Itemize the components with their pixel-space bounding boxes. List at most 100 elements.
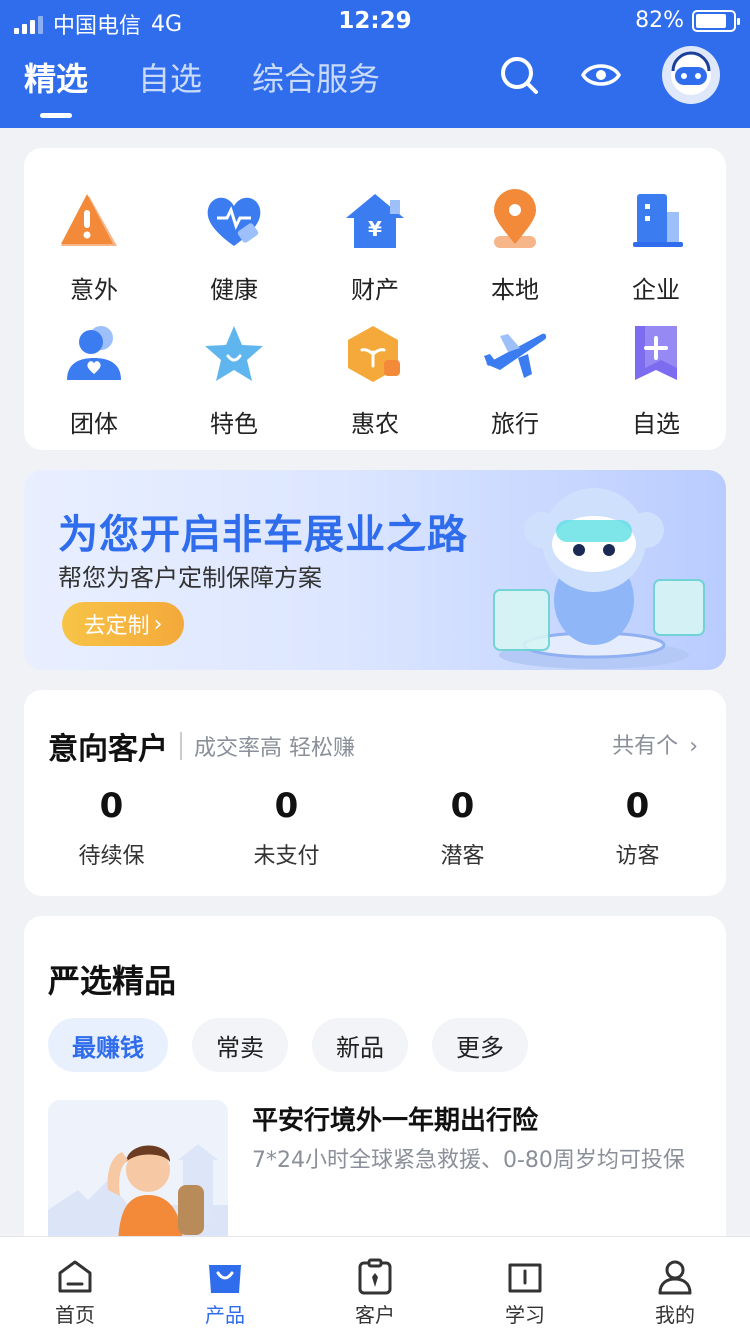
- stat-visitors[interactable]: 0 访客: [550, 786, 725, 870]
- robot-mascot-illustration: [493, 488, 705, 669]
- stat-label: 未支付: [253, 844, 320, 869]
- heart-pulse-icon: [207, 197, 261, 246]
- location-pin-icon: [494, 189, 536, 248]
- status-bar: 中国电信 4G 12:29 82%: [0, 0, 750, 40]
- chevron-right-icon: ›: [689, 734, 698, 759]
- nav-customers[interactable]: 客户: [300, 1237, 450, 1334]
- picks-title: 严选精品: [48, 962, 177, 1000]
- stat-value: 0: [274, 786, 299, 826]
- stat-value: 0: [450, 786, 475, 826]
- category-enterprise[interactable]: 企业: [586, 186, 726, 305]
- nav-label: 首页: [55, 1303, 95, 1327]
- category-label: 旅行: [491, 410, 539, 438]
- tab-services[interactable]: 综合服务: [252, 54, 380, 100]
- warning-icon: [61, 194, 117, 246]
- category-label: 惠农: [351, 410, 399, 438]
- stat-label: 待续保: [78, 844, 145, 869]
- tab-watchlist[interactable]: 自选: [138, 54, 202, 100]
- bookmark-plus-icon: [635, 326, 677, 380]
- clipboard-icon: [358, 1258, 392, 1295]
- user-icon: [658, 1260, 692, 1295]
- eye-icon[interactable]: [580, 54, 622, 96]
- category-label: 本地: [491, 276, 539, 304]
- intent-more-link[interactable]: 共有个 ›: [612, 728, 698, 760]
- category-label: 特色: [210, 410, 258, 438]
- stat-pending-renewal[interactable]: 0 待续保: [24, 786, 199, 870]
- stat-label: 访客: [615, 844, 660, 869]
- search-icon[interactable]: [498, 54, 540, 96]
- stat-value: 0: [99, 786, 124, 826]
- category-accident[interactable]: 意外: [24, 186, 164, 305]
- chip-more[interactable]: 更多: [432, 1018, 528, 1072]
- top-tabs: 精选 自选 综合服务: [24, 54, 380, 118]
- product-thumbnail[interactable]: [48, 1100, 228, 1250]
- banner-subtitle: 帮您为客户定制保障方案: [58, 564, 322, 592]
- divider: [180, 732, 182, 760]
- stat-prospects[interactable]: 0 潜客: [375, 786, 550, 870]
- category-grid: 意外 健康 ¥ 财产 本地 企业 团体 特色 惠农 旅行 自选: [24, 148, 726, 450]
- intent-title: 意向客户: [48, 732, 168, 767]
- nav-profile[interactable]: 我的: [600, 1237, 750, 1334]
- book-icon: [508, 1263, 542, 1293]
- battery-icon: [692, 9, 740, 32]
- robot-avatar[interactable]: [662, 46, 720, 104]
- nav-label: 产品: [205, 1303, 245, 1327]
- category-travel[interactable]: 旅行: [445, 320, 585, 439]
- category-label: 财产: [351, 276, 399, 304]
- home-icon: [58, 1260, 92, 1293]
- app-header: 中国电信 4G 12:29 82% 精选 自选 综合服务: [0, 0, 750, 128]
- intent-header: 意向客户 成交率高 轻松赚: [48, 724, 355, 768]
- category-label: 企业: [632, 276, 680, 304]
- nav-label: 学习: [505, 1303, 545, 1327]
- category-agriculture[interactable]: 惠农: [305, 320, 445, 439]
- battery-percent: 82%: [635, 8, 684, 33]
- bag-icon: [209, 1265, 241, 1293]
- building-icon: [633, 194, 683, 247]
- intent-customers-card: 意向客户 成交率高 轻松赚 共有个 › 0 待续保 0 未支付 0 潜客 0 访…: [24, 690, 726, 896]
- nav-home[interactable]: 首页: [0, 1237, 150, 1334]
- category-health[interactable]: 健康: [164, 186, 304, 305]
- promo-banner[interactable]: 为您开启非车展业之路 帮您为客户定制保障方案 去定制 ›: [24, 470, 726, 670]
- chip-top-earning[interactable]: 最赚钱: [48, 1018, 168, 1072]
- bottom-nav: 首页 产品 客户 学习 我的: [0, 1236, 750, 1334]
- product-description: 7*24小时全球紧急救援、0-80周岁均可投保: [252, 1148, 685, 1173]
- category-custom[interactable]: 自选: [586, 320, 726, 439]
- tab-featured[interactable]: 精选: [24, 54, 88, 118]
- category-property[interactable]: ¥ 财产: [305, 186, 445, 305]
- category-label: 自选: [632, 410, 680, 438]
- group-icon: [67, 326, 121, 380]
- intent-more-label: 共有个: [612, 734, 679, 759]
- house-yen-icon: ¥: [346, 194, 404, 248]
- stat-unpaid[interactable]: 0 未支付: [199, 786, 374, 870]
- category-label: 团体: [70, 410, 118, 438]
- customize-button[interactable]: 去定制 ›: [62, 602, 184, 646]
- chevron-right-icon: ›: [153, 611, 163, 637]
- filter-chips: 最赚钱 常卖 新品 更多: [48, 1018, 528, 1072]
- sprout-icon: [348, 326, 400, 382]
- category-group[interactable]: 团体: [24, 320, 164, 439]
- header-actions: [498, 46, 720, 104]
- chip-best-selling[interactable]: 常卖: [192, 1018, 288, 1072]
- robot-icon: [671, 51, 711, 95]
- nav-label: 我的: [655, 1303, 695, 1327]
- nav-products[interactable]: 产品: [150, 1237, 300, 1334]
- stat-label: 潜客: [440, 844, 485, 869]
- featured-products-card: 严选精品 最赚钱 常卖 新品 更多 平安行境外一年期出行险 7*24小时全球紧急…: [24, 916, 726, 1256]
- svg-text:¥: ¥: [368, 217, 382, 241]
- banner-title: 为您开启非车展业之路: [58, 512, 468, 558]
- chip-new[interactable]: 新品: [312, 1018, 408, 1072]
- status-right: 82%: [635, 8, 740, 33]
- nav-label: 客户: [355, 1303, 395, 1327]
- category-label: 意外: [70, 276, 118, 304]
- category-local[interactable]: 本地: [445, 186, 585, 305]
- customize-label: 去定制: [83, 614, 150, 639]
- star-icon: [205, 326, 263, 381]
- traveler-illustration: [48, 1100, 228, 1250]
- stat-value: 0: [625, 786, 650, 826]
- category-label: 健康: [210, 276, 258, 304]
- category-special[interactable]: 特色: [164, 320, 304, 439]
- product-name[interactable]: 平安行境外一年期出行险: [252, 1100, 538, 1137]
- airplane-icon: [484, 333, 547, 378]
- intent-subtitle: 成交率高 轻松赚: [194, 736, 355, 761]
- nav-learning[interactable]: 学习: [450, 1237, 600, 1334]
